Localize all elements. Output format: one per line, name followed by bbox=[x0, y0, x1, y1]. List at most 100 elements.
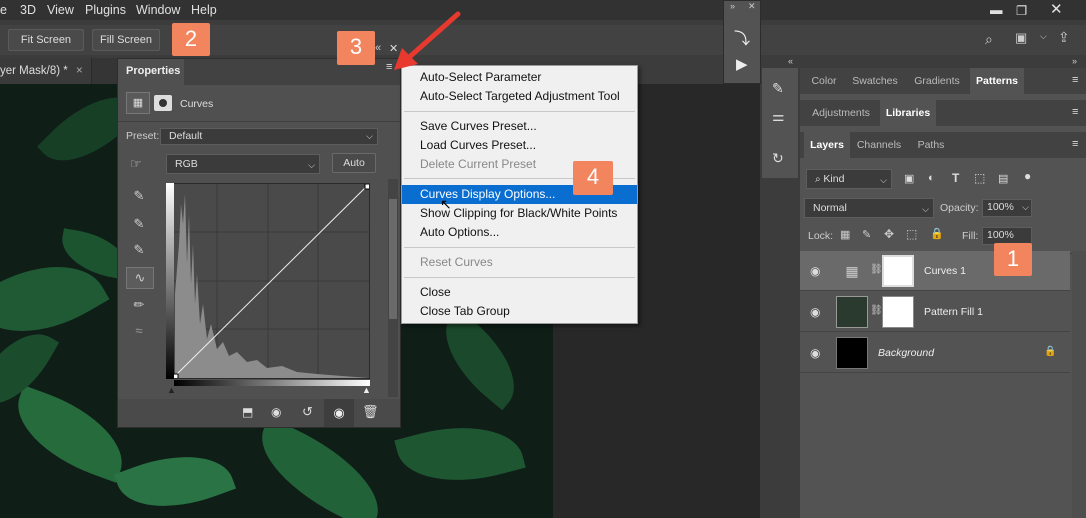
tab-properties[interactable]: Properties bbox=[118, 59, 184, 85]
curve-points-icon[interactable]: ∿ bbox=[126, 267, 154, 289]
menu-edit[interactable]: e bbox=[0, 3, 7, 17]
reset-icon[interactable]: ↺ bbox=[302, 404, 313, 420]
link-icon[interactable]: ⛓ bbox=[870, 264, 883, 275]
blend-mode-select[interactable]: Normal ⌵ bbox=[804, 198, 934, 218]
layer-name[interactable]: Curves 1 bbox=[924, 265, 966, 277]
black-eyedropper-icon[interactable]: ✎ bbox=[128, 186, 150, 206]
clip-to-layer-icon[interactable]: ⬒ bbox=[242, 405, 253, 419]
channel-select[interactable]: RGB ⌵ bbox=[166, 154, 320, 174]
trash-icon[interactable]: 🗑 bbox=[362, 404, 379, 420]
menu-item-load-preset[interactable]: Load Curves Preset... bbox=[402, 136, 637, 155]
close-window-icon[interactable]: ✕ bbox=[1050, 0, 1063, 18]
lock-image-icon[interactable]: ✎ bbox=[862, 228, 871, 241]
play-icon[interactable]: ▶ bbox=[736, 55, 748, 73]
tab-channels[interactable]: Channels bbox=[852, 132, 906, 158]
white-point-slider[interactable]: ▲ bbox=[362, 385, 371, 395]
menu-item-auto-select-tat[interactable]: Auto-Select Targeted Adjustment Tool bbox=[402, 87, 637, 106]
opacity-input[interactable]: 100% ⌵ bbox=[982, 199, 1032, 217]
restore-icon[interactable]: ❐ bbox=[1016, 3, 1027, 18]
chevron-down-icon[interactable]: ⌵ bbox=[1040, 31, 1047, 42]
layer-mask-thumbnail[interactable] bbox=[882, 255, 914, 287]
pencil-icon[interactable]: ✏ bbox=[128, 295, 150, 315]
collapse-icon[interactable]: « bbox=[375, 42, 381, 54]
adjustment-filter-icon[interactable]: ◐ bbox=[928, 172, 935, 184]
layers-scrollbar[interactable] bbox=[1072, 251, 1086, 518]
layer-name[interactable]: Pattern Fill 1 bbox=[924, 306, 983, 318]
tab-libraries[interactable]: Libraries bbox=[880, 100, 936, 126]
lock-all-icon[interactable]: 🔒 bbox=[930, 227, 944, 240]
menu-plugins[interactable]: Plugins bbox=[85, 3, 126, 17]
visibility-icon[interactable]: ◉ bbox=[810, 305, 820, 319]
panel-menu-icon[interactable]: ≡ bbox=[1072, 74, 1078, 86]
layer-mask-thumbnail[interactable] bbox=[882, 296, 914, 328]
close-icon[interactable]: ✕ bbox=[748, 1, 756, 12]
auto-button[interactable]: Auto bbox=[332, 153, 376, 173]
gray-eyedropper-icon[interactable]: ✎ bbox=[128, 214, 150, 234]
tab-gradients[interactable]: Gradients bbox=[908, 68, 966, 94]
menu-item-close[interactable]: Close bbox=[402, 283, 637, 302]
expand-icon[interactable]: » bbox=[730, 1, 735, 11]
layer-row-pattern-fill[interactable]: ◉ ⛓ Pattern Fill 1 bbox=[800, 292, 1070, 332]
curve-point[interactable] bbox=[364, 183, 371, 190]
properties-scrollbar[interactable] bbox=[388, 179, 398, 397]
visibility-icon[interactable]: ◉ bbox=[810, 264, 820, 278]
tab-adjustments[interactable]: Adjustments bbox=[804, 100, 878, 126]
kind-filter[interactable]: ⌕ Kind ⌵ bbox=[806, 169, 892, 189]
tab-patterns[interactable]: Patterns bbox=[970, 68, 1024, 94]
lock-position-icon[interactable]: ✥ bbox=[884, 227, 894, 241]
filter-toggle-icon[interactable]: ● bbox=[1024, 169, 1031, 183]
share-icon[interactable]: ⇪ bbox=[1058, 29, 1070, 46]
workspace-icon[interactable]: ▣ bbox=[1015, 30, 1027, 46]
document-tab-close[interactable]: × bbox=[76, 58, 83, 84]
history-icon[interactable]: ⤵ bbox=[734, 25, 750, 49]
visibility-icon[interactable]: ◉ bbox=[810, 346, 820, 360]
menu-window[interactable]: Window bbox=[136, 3, 180, 17]
menu-help[interactable]: Help bbox=[191, 3, 217, 17]
curves-adjustment-icon[interactable]: ▦ bbox=[126, 92, 150, 114]
link-icon[interactable]: ⛓ bbox=[870, 305, 883, 316]
visibility-icon[interactable]: ◉ bbox=[324, 399, 354, 427]
panel-menu-icon[interactable]: ≡ bbox=[1072, 106, 1078, 118]
tab-color[interactable]: Color bbox=[804, 68, 844, 94]
adjustments-sliders-icon[interactable]: ⚌ bbox=[772, 108, 785, 125]
fill-screen-button[interactable]: Fill Screen bbox=[92, 29, 160, 51]
fit-screen-button[interactable]: Fit Screen bbox=[8, 29, 84, 51]
type-filter-icon[interactable]: T bbox=[952, 171, 959, 185]
lock-artboard-icon[interactable]: ⬚ bbox=[906, 227, 917, 241]
layer-row-background[interactable]: ◉ Background 🔒 bbox=[800, 333, 1070, 373]
preset-select[interactable]: Default ⌵ bbox=[160, 128, 378, 145]
menu-3d[interactable]: 3D bbox=[20, 3, 36, 17]
menu-item-save-preset[interactable]: Save Curves Preset... bbox=[402, 117, 637, 136]
chevron-down-icon: ⌵ bbox=[308, 160, 315, 170]
curves-graph[interactable] bbox=[166, 183, 371, 380]
tab-paths[interactable]: Paths bbox=[908, 132, 954, 158]
pixel-filter-icon[interactable]: ▣ bbox=[904, 172, 914, 185]
menu-item-reset-curves[interactable]: Reset Curves bbox=[402, 253, 637, 272]
brush-settings-icon[interactable]: ✎ bbox=[772, 80, 784, 97]
tab-layers[interactable]: Layers bbox=[804, 132, 850, 158]
lock-transparent-icon[interactable]: ▦ bbox=[840, 228, 850, 241]
black-point-slider[interactable]: ▲ bbox=[167, 385, 176, 395]
curves-graph-svg bbox=[167, 183, 371, 380]
targeted-adjustment-icon[interactable]: ☞ bbox=[130, 156, 142, 172]
white-eyedropper-icon[interactable]: ✎ bbox=[128, 240, 150, 260]
panel-menu-icon[interactable]: ≡ bbox=[1072, 138, 1078, 150]
view-previous-icon[interactable]: ◉ bbox=[271, 405, 281, 419]
shape-filter-icon[interactable]: ⬚ bbox=[974, 171, 985, 185]
document-tab[interactable]: yer Mask/8) * × bbox=[0, 58, 92, 84]
history-icon[interactable]: ↻ bbox=[772, 150, 784, 167]
leaf bbox=[243, 417, 397, 518]
menu-item-show-clipping[interactable]: Show Clipping for Black/White Points bbox=[402, 204, 637, 223]
menu-item-auto-options[interactable]: Auto Options... bbox=[402, 223, 637, 242]
menu-item-close-tab-group[interactable]: Close Tab Group bbox=[402, 302, 637, 321]
tab-swatches[interactable]: Swatches bbox=[846, 68, 904, 94]
mask-icon[interactable] bbox=[154, 95, 172, 111]
collapse-dock-icon[interactable]: « bbox=[788, 56, 793, 66]
layer-name[interactable]: Background bbox=[878, 347, 934, 359]
minimize-icon[interactable]: ▬ bbox=[990, 3, 1003, 17]
search-icon[interactable]: ⌕ bbox=[985, 31, 993, 48]
smooth-icon[interactable]: ≈ bbox=[128, 321, 150, 341]
collapse-dock-icon[interactable]: » bbox=[1072, 56, 1077, 66]
menu-view[interactable]: View bbox=[47, 3, 74, 17]
smart-object-filter-icon[interactable]: ▤ bbox=[998, 172, 1008, 185]
